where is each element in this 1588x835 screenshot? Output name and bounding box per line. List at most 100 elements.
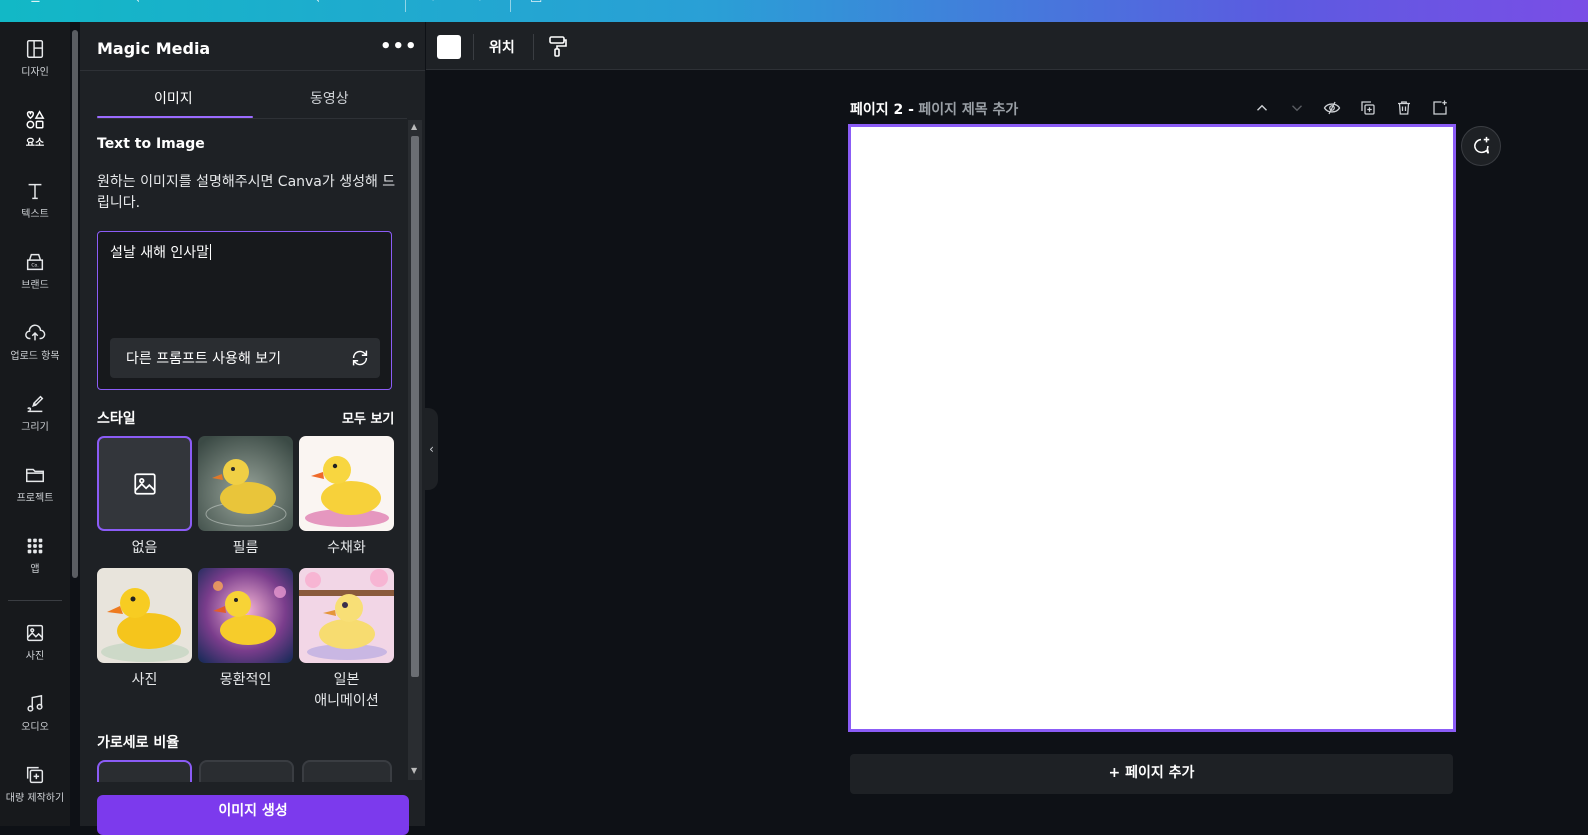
hide-page-icon[interactable] bbox=[1323, 98, 1341, 118]
header-tab-icon[interactable]: ‹ bbox=[315, 0, 320, 7]
panel-title: Magic Media bbox=[97, 39, 211, 58]
page-number: 페이지 2 - bbox=[850, 102, 914, 118]
move-page-up-icon[interactable] bbox=[1253, 98, 1271, 118]
rail-item-design[interactable]: 디자인 bbox=[0, 38, 70, 98]
header-title-icon[interactable]: — bbox=[1430, 0, 1443, 7]
page-header: 페이지 2 - 페이지 제목 추가 bbox=[850, 99, 1018, 119]
refresh-icon bbox=[352, 350, 368, 366]
add-page-icon[interactable] bbox=[1431, 98, 1449, 118]
cloud-save-icon[interactable]: ▭ bbox=[530, 0, 542, 7]
rail-label: 업로드 항목 bbox=[10, 351, 60, 362]
menu-icon[interactable]: ≡ bbox=[30, 0, 41, 7]
rail-divider bbox=[8, 600, 62, 601]
style-tile-anime[interactable] bbox=[299, 568, 394, 663]
page-title-input[interactable]: 페이지 제목 추가 bbox=[918, 102, 1018, 118]
panel-divider bbox=[80, 70, 425, 71]
rail-item-brand[interactable]: Co. 브랜드 bbox=[0, 251, 70, 311]
style-tile-watercolor[interactable] bbox=[299, 436, 394, 531]
dreamy-duck-thumbnail bbox=[198, 568, 293, 663]
duplicate-page-icon[interactable] bbox=[1359, 98, 1377, 118]
bulk-create-icon bbox=[26, 766, 44, 784]
left-nav-rail: 디자인 요소 텍스트 Co. 브랜드 업로드 항목 그리기 프로젝트 앱 사진 … bbox=[0, 22, 70, 826]
collapse-panel-button[interactable]: ‹ bbox=[425, 408, 438, 490]
prompt-text: 설날 새해 인사말 bbox=[110, 245, 210, 261]
header-divider bbox=[405, 0, 406, 12]
style-tile-none[interactable] bbox=[97, 436, 192, 531]
rail-label: 앱 bbox=[30, 564, 40, 575]
generate-image-button[interactable]: 이미지 생성 bbox=[97, 795, 409, 835]
rail-item-photos[interactable]: 사진 bbox=[0, 622, 70, 682]
rail-item-draw[interactable]: 그리기 bbox=[0, 393, 70, 453]
style-label: 필름 bbox=[232, 540, 259, 556]
rail-label: 디자인 bbox=[21, 67, 49, 78]
aspect-ratio-option[interactable] bbox=[97, 760, 192, 782]
text-icon bbox=[28, 183, 42, 200]
rail-label: 사진 bbox=[25, 651, 45, 662]
add-comment-button[interactable] bbox=[1461, 126, 1501, 166]
rail-label: 브랜드 bbox=[21, 280, 49, 291]
rail-item-bulk-create[interactable]: 대량 제작하기 bbox=[0, 764, 70, 824]
try-another-prompt-button[interactable]: 다른 프롬프트 사용해 보기 bbox=[110, 338, 380, 378]
prompt-input[interactable]: 설날 새해 인사말 다른 프롬프트 사용해 보기 bbox=[97, 231, 392, 390]
aspect-ratio-option[interactable] bbox=[199, 760, 294, 782]
image-placeholder-icon bbox=[133, 472, 156, 495]
panel-scrollbar-thumb[interactable] bbox=[411, 136, 419, 677]
style-tile-dreamy[interactable] bbox=[198, 568, 293, 663]
draw-icon bbox=[27, 395, 44, 413]
header-tab-icon[interactable]: ‹ bbox=[135, 0, 140, 7]
scroll-down-icon[interactable]: ▼ bbox=[411, 766, 417, 775]
rail-item-text[interactable]: 텍스트 bbox=[0, 180, 70, 240]
delete-page-icon[interactable] bbox=[1395, 98, 1413, 118]
rail-scrollbar[interactable] bbox=[72, 30, 78, 578]
toolbar-divider bbox=[533, 34, 534, 60]
text-to-image-heading: Text to Image bbox=[97, 136, 205, 152]
tab-video[interactable]: 동영상 bbox=[310, 88, 349, 108]
layout-icon bbox=[26, 40, 44, 58]
add-page-button[interactable]: + 페이지 추가 bbox=[850, 754, 1453, 794]
film-duck-thumbnail bbox=[198, 436, 293, 531]
rail-label: 프로젝트 bbox=[16, 493, 54, 504]
shapes-icon bbox=[26, 110, 45, 129]
scroll-up-icon[interactable]: ▲ bbox=[411, 122, 417, 131]
rail-label: 요소 bbox=[25, 138, 45, 149]
more-options-icon[interactable]: ••• bbox=[380, 36, 418, 57]
magic-media-panel: Magic Media ••• 이미지 동영상 Text to Image 원하… bbox=[80, 22, 425, 835]
rail-item-elements[interactable]: 요소 bbox=[0, 109, 70, 169]
photo-duck-thumbnail bbox=[97, 568, 192, 663]
prompt-input-value[interactable]: 설날 새해 인사말 bbox=[110, 242, 212, 262]
chevron-left-icon: ‹ bbox=[429, 442, 434, 456]
style-tile-film[interactable] bbox=[198, 436, 293, 531]
aspect-ratio-option[interactable] bbox=[302, 760, 392, 782]
color-picker-swatch[interactable] bbox=[437, 35, 461, 59]
style-label: 몽환적인 bbox=[219, 672, 272, 688]
see-all-link[interactable]: 모두 보기 bbox=[342, 408, 394, 427]
rail-item-uploads[interactable]: 업로드 항목 bbox=[0, 322, 70, 382]
header-menu-icon[interactable]: — bbox=[1490, 0, 1503, 7]
style-label: 없음 bbox=[131, 540, 158, 556]
svg-text:Co.: Co. bbox=[31, 263, 38, 269]
panel-description: 원하는 이미지를 설명해주시면 Canva가 생성해 드립니다. bbox=[97, 174, 396, 211]
rail-item-projects[interactable]: 프로젝트 bbox=[0, 464, 70, 524]
aspect-ratio-heading: 가로세로 비율 bbox=[97, 735, 180, 751]
redo-icon[interactable]: ↷ bbox=[472, 0, 483, 7]
style-tile-photo[interactable] bbox=[97, 568, 192, 663]
upload-icon bbox=[25, 324, 46, 341]
photo-icon bbox=[26, 624, 44, 642]
paint-roller-icon[interactable] bbox=[547, 34, 569, 58]
position-button[interactable]: 위치 bbox=[489, 37, 515, 57]
undo-icon[interactable]: ↶ bbox=[430, 0, 441, 7]
tab-image[interactable]: 이미지 bbox=[154, 88, 193, 108]
music-icon bbox=[27, 694, 43, 712]
style-heading: 스타일 bbox=[97, 411, 136, 427]
move-page-down-icon[interactable] bbox=[1288, 98, 1306, 118]
anime-duck-thumbnail bbox=[299, 568, 394, 663]
text-caret bbox=[210, 244, 212, 260]
design-canvas-page[interactable] bbox=[848, 124, 1456, 732]
rail-item-audio[interactable]: 오디오 bbox=[0, 693, 70, 753]
rail-label: 오디오 bbox=[21, 722, 49, 733]
toolbar-divider bbox=[473, 34, 474, 60]
rail-label: 텍스트 bbox=[21, 209, 49, 220]
editor-toolbar: 위치 bbox=[426, 22, 1588, 70]
header-divider bbox=[510, 0, 511, 12]
rail-item-apps[interactable]: 앱 bbox=[0, 535, 70, 595]
